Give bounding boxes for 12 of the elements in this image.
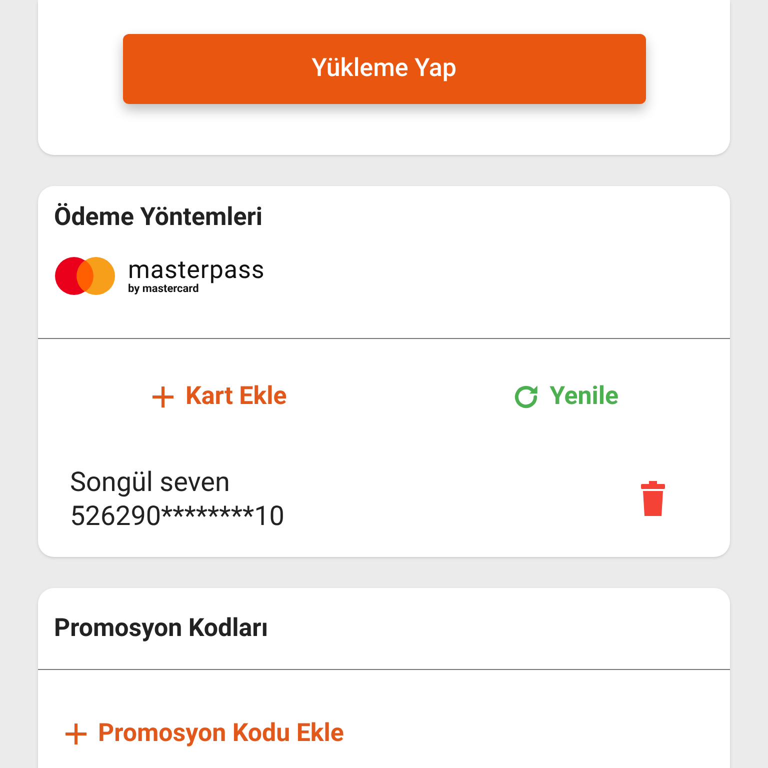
mastercard-logo-icon	[54, 256, 116, 296]
card-number: 526290********10	[70, 499, 284, 533]
logo-byline: by mastercard	[128, 283, 199, 294]
section-title: Promosyon Kodları	[53, 612, 270, 645]
add-button[interactable]: Promosyon Kodu Ekle	[62, 715, 344, 752]
section-title: Ödeme Yöntemleri	[54, 202, 264, 234]
refresh-button[interactable]: Yenile	[510, 378, 619, 416]
card-holder-name: Songül seven	[70, 465, 231, 499]
delete-icon[interactable]	[640, 481, 666, 517]
logo-wordmark: masterpass	[128, 258, 265, 283]
add-button[interactable]: Kart Ekle	[149, 378, 287, 416]
top-up-button[interactable]: Yükleme Yap	[122, 34, 646, 104]
